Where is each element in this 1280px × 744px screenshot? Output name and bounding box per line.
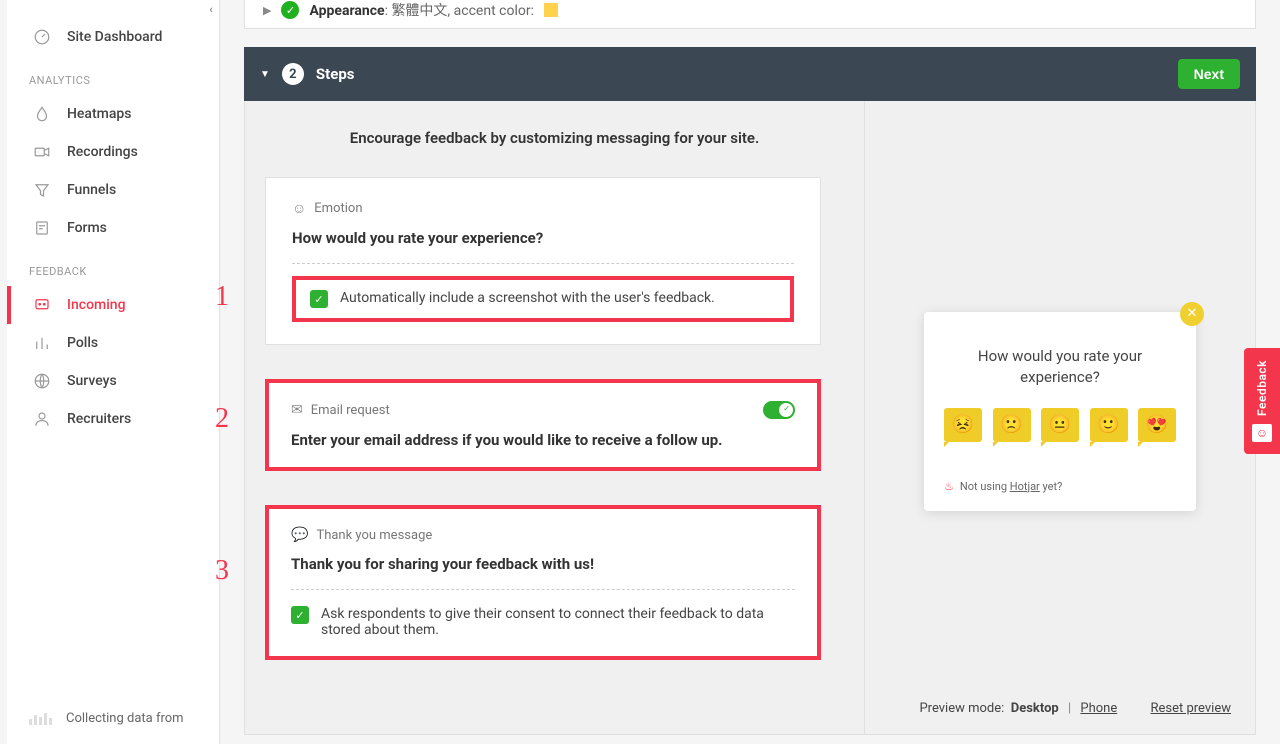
collapse-icon: ▼ [260, 69, 270, 80]
right-column: ✕ How would you rate your experience? 😣 … [865, 101, 1255, 734]
card-label: Thank you message [316, 528, 432, 543]
next-button[interactable]: Next [1178, 59, 1240, 89]
feedback-tab[interactable]: Feedback ☺ [1244, 348, 1280, 454]
preview-footer: ♨ Not using Hotjar yet? [944, 480, 1176, 493]
sidebar: ‹ Site Dashboard ANALYTICS Heatmaps Reco… [7, 0, 220, 744]
annotation-2: 2 [215, 403, 229, 435]
funnel-icon [31, 181, 53, 199]
person-icon [31, 410, 53, 428]
close-icon[interactable]: ✕ [1180, 302, 1204, 326]
card-question: Thank you for sharing your feedback with… [291, 555, 795, 590]
video-icon [31, 143, 53, 161]
appearance-label: Appearance [309, 3, 384, 19]
left-column: Encourage feedback by customizing messag… [245, 101, 865, 734]
incoming-icon [31, 296, 53, 314]
nav-label: Site Dashboard [67, 29, 162, 45]
feedback-tab-label: Feedback [1255, 360, 1269, 416]
checkbox-consent[interactable]: ✓ [291, 606, 309, 624]
step-number-badge: 2 [282, 63, 304, 85]
emoji-hate[interactable]: 😣 [944, 408, 982, 442]
preview-mode-label: Preview mode: [919, 701, 1004, 716]
emoji-love[interactable]: 😍 [1138, 408, 1176, 442]
card-label: Email request [311, 403, 390, 418]
footer-text: Collecting data from [66, 711, 184, 726]
nav-forms[interactable]: Forms [7, 209, 219, 247]
preview-mode-bar: Preview mode: Desktop | Phone Reset prev… [865, 701, 1255, 716]
nav-recruiters[interactable]: Recruiters [7, 400, 219, 438]
bar-chart-icon [31, 334, 53, 352]
appearance-section[interactable]: ▶ ✓ Appearance: 繁體中文, accent color: [244, 0, 1256, 29]
emotion-icon: ☺ [292, 200, 306, 217]
gauge-icon [31, 28, 53, 46]
nav-surveys[interactable]: Surveys [7, 362, 219, 400]
email-toggle[interactable]: ✓ [763, 401, 795, 419]
hotjar-link[interactable]: Hotjar [1010, 480, 1040, 493]
card-head: ✉ Email request ✓ [291, 401, 795, 419]
annotation-3: 3 [215, 555, 229, 587]
nav-funnels[interactable]: Funnels [7, 171, 219, 209]
nav-label: Heatmaps [67, 106, 131, 122]
sidebar-collapse-toggle[interactable]: ‹ [202, 0, 220, 18]
highlight-box-2: ✉ Email request ✓ Enter your email addre… [265, 379, 821, 471]
annotation-1: 1 [215, 281, 229, 313]
form-icon [31, 219, 53, 237]
sidebar-footer: Collecting data from [7, 693, 219, 744]
step-3-wrapper: 3 💬 Thank you message Thank you for shar… [265, 505, 844, 660]
preview-mode-phone[interactable]: Phone [1080, 701, 1117, 716]
step-2-wrapper: 2 ✉ Email request ✓ Enter your email add… [265, 379, 844, 471]
expand-icon: ▶ [263, 4, 271, 17]
card-head: 💬 Thank you message [291, 527, 795, 543]
email-card[interactable]: ✉ Email request ✓ Enter your email addre… [265, 379, 821, 471]
step-1-wrapper: 1 ☺ Emotion How would you rate your expe… [265, 177, 844, 345]
preview-question: How would you rate your experience? [944, 346, 1176, 388]
flame-icon [31, 105, 53, 123]
thankyou-card[interactable]: 💬 Thank you message Thank you for sharin… [265, 505, 821, 660]
card-label: Emotion [314, 201, 362, 216]
globe-icon [31, 372, 53, 390]
nav-incoming[interactable]: Incoming [7, 286, 219, 324]
nav-label: Funnels [67, 182, 116, 198]
nav-label: Surveys [67, 373, 117, 389]
nav-polls[interactable]: Polls [7, 324, 219, 362]
highlight-box-3: 💬 Thank you message Thank you for sharin… [265, 505, 821, 660]
nav-site-dashboard[interactable]: Site Dashboard [7, 18, 219, 56]
nav-recordings[interactable]: Recordings [7, 133, 219, 171]
section-label-analytics: ANALYTICS [7, 56, 219, 95]
steps-title: Steps [316, 65, 1166, 83]
main-area: ▶ ✓ Appearance: 繁體中文, accent color: ▼ 2 … [220, 0, 1280, 744]
preview-widget: ✕ How would you rate your experience? 😣 … [924, 312, 1196, 511]
nav-heatmaps[interactable]: Heatmaps [7, 95, 219, 133]
smiley-icon: ☺ [1252, 424, 1272, 442]
highlight-box-1: ✓ Automatically include a screenshot wit… [292, 276, 794, 322]
nav-label: Polls [67, 335, 98, 351]
emoji-row: 😣 🙁 😐 🙂 😍 [944, 408, 1176, 442]
content-row: Encourage feedback by customizing messag… [244, 101, 1256, 735]
emoji-dislike[interactable]: 🙁 [993, 408, 1031, 442]
mail-icon: ✉ [291, 402, 303, 418]
nav-label: Recordings [67, 144, 138, 160]
check-circle-icon: ✓ [281, 1, 299, 19]
checkbox-screenshot[interactable]: ✓ [310, 290, 328, 308]
section-label-feedback: FEEDBACK [7, 247, 219, 286]
nav-label: Incoming [67, 297, 126, 313]
flame-icon: ♨ [944, 480, 954, 493]
card-question: How would you rate your experience? [292, 229, 794, 264]
appearance-text: Appearance: 繁體中文, accent color: [309, 0, 534, 20]
emoji-like[interactable]: 🙂 [1090, 408, 1128, 442]
emotion-card[interactable]: ☺ Emotion How would you rate your experi… [265, 177, 821, 345]
preview-mode-desktop[interactable]: Desktop [1011, 701, 1059, 716]
option-text: Automatically include a screenshot with … [340, 290, 715, 306]
reset-preview-link[interactable]: Reset preview [1150, 701, 1231, 716]
encourage-text: Encourage feedback by customizing messag… [265, 129, 844, 147]
card-head: ☺ Emotion [292, 200, 794, 217]
emoji-neutral[interactable]: 😐 [1041, 408, 1079, 442]
chat-icon: 💬 [291, 527, 308, 543]
option-text: Ask respondents to give their consent to… [321, 606, 795, 638]
color-swatch [544, 3, 558, 17]
steps-header[interactable]: ▼ 2 Steps Next [244, 47, 1256, 101]
nav-label: Recruiters [67, 411, 131, 427]
nav-label: Forms [67, 220, 107, 236]
bars-icon [29, 713, 52, 725]
card-question: Enter your email address if you would li… [291, 431, 795, 449]
